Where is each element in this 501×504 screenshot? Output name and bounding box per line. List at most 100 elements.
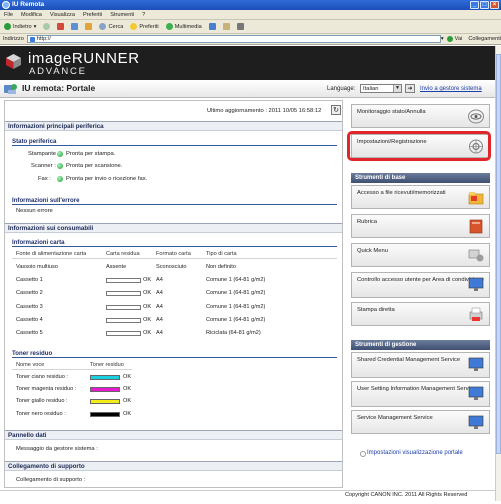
address-input[interactable]: http:// bbox=[26, 35, 441, 43]
stop-button[interactable] bbox=[57, 23, 65, 30]
quick-menu-button[interactable]: Quick Menu bbox=[351, 243, 490, 267]
home-button[interactable] bbox=[85, 23, 93, 30]
status-label: Scanner : bbox=[31, 163, 56, 169]
paper-format: A4 bbox=[156, 277, 163, 283]
paper-source: Cassetto 1 bbox=[16, 277, 43, 283]
refresh-button[interactable] bbox=[71, 23, 79, 30]
address-dropdown-icon[interactable]: ▾ bbox=[441, 36, 444, 42]
section-bulletin: Pannello dati bbox=[5, 430, 342, 440]
quick-menu-icon bbox=[468, 249, 484, 262]
toner-name: Toner magenta residuo : bbox=[16, 386, 77, 392]
paper-level-bar bbox=[106, 318, 141, 323]
status-value: Pronta per invio o ricezione fax. bbox=[66, 176, 148, 182]
stop-icon bbox=[57, 23, 65, 30]
back-button[interactable]: Indietro ▾ bbox=[4, 23, 36, 30]
paper-level: OK bbox=[143, 290, 152, 296]
basic-tools-heading: Strumenti di base bbox=[351, 173, 490, 183]
menu-help[interactable]: ? bbox=[142, 10, 145, 19]
vertical-scrollbar[interactable] bbox=[495, 46, 501, 501]
monitor-icon bbox=[468, 277, 484, 291]
error-info-heading: Informazioni sull'errore bbox=[12, 196, 337, 205]
divider bbox=[12, 258, 337, 259]
multimedia-icon bbox=[165, 23, 173, 30]
folder-icon bbox=[468, 192, 484, 205]
status-ok-icon bbox=[57, 176, 63, 182]
menu-tools[interactable]: Strumenti bbox=[110, 10, 134, 19]
print-button[interactable] bbox=[236, 23, 244, 30]
menubar: File Modifica Visualizza Preferiti Strum… bbox=[0, 10, 501, 20]
toner-heading: Toner residuo bbox=[12, 349, 337, 358]
paper-level: OK bbox=[143, 304, 152, 310]
toner-cyan-swatch bbox=[90, 375, 120, 380]
status-label: Stampante : bbox=[28, 151, 60, 157]
portal-display-settings-link[interactable]: Impostazioni visualizzazione portale bbox=[360, 450, 463, 457]
menu-edit[interactable]: Modifica bbox=[21, 10, 42, 19]
bulletin-text: Messaggio da gestore sistema : bbox=[16, 446, 98, 452]
toner-magenta-swatch bbox=[90, 387, 120, 392]
support-link-text: Collegamento di supporto : bbox=[16, 477, 86, 483]
device-status-heading: Stato periferica bbox=[12, 137, 337, 146]
search-icon bbox=[99, 23, 107, 30]
toner-status: OK bbox=[123, 411, 132, 417]
status-monitor-button[interactable]: Monitoraggio stato/Annulla bbox=[351, 104, 490, 128]
go-button[interactable]: Vai bbox=[446, 36, 462, 42]
paper-col-format: Formato carta bbox=[156, 251, 191, 257]
paper-type: Comune 1 (64-81 g/m2) bbox=[206, 290, 266, 296]
menu-file[interactable]: File bbox=[4, 10, 13, 19]
window-title: IU Remota bbox=[12, 1, 45, 8]
multimedia-button[interactable]: Multimedia bbox=[165, 23, 202, 30]
paper-level: OK bbox=[143, 330, 152, 336]
favorites-button[interactable]: Preferiti bbox=[130, 23, 159, 30]
copyright: Copyright CANON INC. 2011 All Rights Res… bbox=[345, 492, 468, 498]
paper-level: OK bbox=[143, 317, 152, 323]
admin-mail-link[interactable]: Invio a gestore sistema bbox=[420, 86, 482, 92]
search-button[interactable]: Cerca bbox=[99, 23, 123, 30]
history-button[interactable] bbox=[208, 23, 216, 30]
scrollbar-thumb[interactable] bbox=[496, 54, 501, 454]
links-button[interactable]: Collegamenti bbox=[468, 36, 501, 42]
section-support-link: Collegamento di supporto bbox=[5, 461, 342, 471]
menu-favorites[interactable]: Preferiti bbox=[83, 10, 102, 19]
shared-credential-service-button[interactable]: Shared Credential Management Service bbox=[351, 352, 490, 378]
canon-cube-icon bbox=[6, 54, 21, 69]
toner-black-swatch bbox=[90, 412, 120, 417]
user-setting-service-button[interactable]: User Setting Information Management Serv… bbox=[351, 381, 490, 407]
ie-icon bbox=[2, 1, 10, 9]
print-icon bbox=[236, 23, 244, 30]
maximize-icon[interactable]: □ bbox=[480, 1, 489, 9]
direct-print-button[interactable]: Stampa diretta bbox=[351, 302, 490, 326]
monitor-icon bbox=[468, 357, 484, 371]
toner-name: Toner ciano residuo : bbox=[16, 374, 68, 380]
forward-arrow-icon bbox=[43, 23, 51, 30]
eye-icon bbox=[468, 109, 484, 124]
stored-files-button[interactable]: Accesso a file ricevuti/memorizzati bbox=[351, 185, 490, 209]
paper-type: Comune 1 (64-81 g/m2) bbox=[206, 277, 266, 283]
paper-level-bar bbox=[106, 305, 141, 310]
toner-name: Toner giallo residuo : bbox=[16, 398, 68, 404]
address-label: Indirizzo bbox=[3, 36, 24, 42]
shared-area-access-button[interactable]: Controllo accesso utente per Area di con… bbox=[351, 272, 490, 298]
paper-level-bar bbox=[106, 291, 141, 296]
divider bbox=[12, 369, 132, 370]
minimize-icon[interactable]: _ bbox=[470, 1, 479, 9]
language-select[interactable]: Italian ▼ bbox=[360, 84, 402, 93]
chevron-down-icon: ▼ bbox=[393, 85, 401, 92]
refresh-button[interactable]: ↻ bbox=[331, 105, 341, 115]
brand-subtitle: ADVANCE bbox=[29, 66, 87, 77]
paper-level: OK bbox=[143, 277, 152, 283]
mail-button[interactable] bbox=[222, 23, 230, 30]
toner-status: OK bbox=[123, 386, 132, 392]
paper-level: Assente bbox=[106, 264, 127, 270]
status-value: Pronta per stampa. bbox=[66, 151, 116, 157]
forward-button[interactable] bbox=[43, 23, 51, 30]
paper-col-level: Carta residua bbox=[106, 251, 140, 257]
address-book-button[interactable]: Rubrica bbox=[351, 214, 490, 238]
paper-source: Cassetto 3 bbox=[16, 304, 43, 310]
menu-view[interactable]: Visualizza bbox=[50, 10, 75, 19]
monitor-icon bbox=[468, 386, 484, 400]
service-management-button[interactable]: Service Management Service bbox=[351, 410, 490, 434]
status-label: Fax : bbox=[38, 176, 51, 182]
close-icon[interactable]: × bbox=[490, 1, 499, 9]
toner-col-level: Toner residuo bbox=[90, 362, 124, 368]
language-apply-button[interactable]: ➜ bbox=[405, 84, 415, 93]
